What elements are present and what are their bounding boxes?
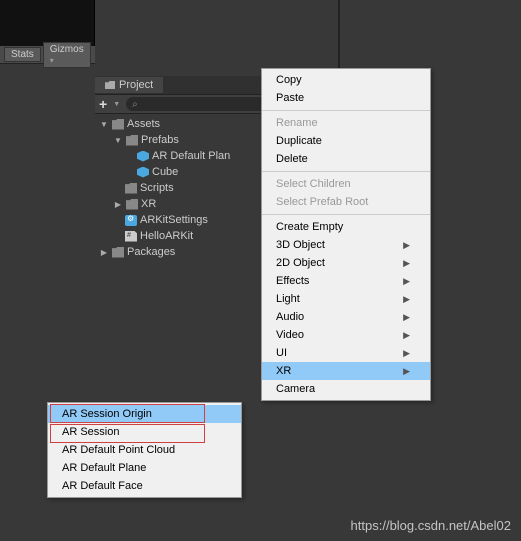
expand-icon[interactable]: ▶ [99, 248, 109, 257]
expand-icon[interactable]: ▶ [113, 200, 123, 209]
menu-3d-object[interactable]: 3D Object▶ [262, 236, 430, 254]
menu-xr[interactable]: XR▶ [262, 362, 430, 380]
menu-paste[interactable]: Paste [262, 89, 430, 107]
menu-light[interactable]: Light▶ [262, 290, 430, 308]
menu-duplicate[interactable]: Duplicate [262, 132, 430, 150]
tree-label: HelloARKit [140, 230, 193, 242]
menu-create-empty[interactable]: Create Empty [262, 218, 430, 236]
submenu-arrow-icon: ▶ [403, 294, 410, 305]
menu-ui[interactable]: UI▶ [262, 344, 430, 362]
menu-select-prefab-root: Select Prefab Root [262, 193, 430, 211]
tree-label: XR [141, 198, 156, 210]
menu-rename: Rename [262, 114, 430, 132]
create-button[interactable]: + [99, 96, 107, 112]
menu-effects[interactable]: Effects▶ [262, 272, 430, 290]
menu-separator [262, 171, 430, 172]
create-dropdown-icon: ▼ [113, 101, 120, 108]
submenu-arrow-icon: ▶ [403, 366, 410, 377]
folder-icon [112, 247, 124, 258]
tree-label: Assets [127, 118, 160, 130]
tree-label: Scripts [140, 182, 174, 194]
panel-divider [338, 0, 340, 68]
tab-project[interactable]: Project [95, 77, 163, 93]
menu-audio[interactable]: Audio▶ [262, 308, 430, 326]
submenu-ar-default-point-cloud[interactable]: AR Default Point Cloud [48, 441, 241, 459]
submenu-ar-default-plane[interactable]: AR Default Plane [48, 459, 241, 477]
stats-button[interactable]: Stats [4, 47, 41, 62]
menu-camera[interactable]: Camera [262, 380, 430, 398]
search-icon: ⌕ [132, 99, 138, 110]
folder-icon [126, 135, 138, 146]
context-menu: Copy Paste Rename Duplicate Delete Selec… [261, 68, 431, 401]
tree-label: Prefabs [141, 134, 179, 146]
tree-label: ARKitSettings [140, 214, 208, 226]
folder-icon [126, 199, 138, 210]
viewport-toolbar: Stats Gizmos [0, 46, 95, 64]
submenu-arrow-icon: ▶ [403, 330, 410, 341]
expand-icon[interactable]: ▼ [99, 120, 109, 129]
menu-delete[interactable]: Delete [262, 150, 430, 168]
folder-icon [105, 81, 115, 89]
xr-submenu: AR Session Origin AR Session AR Default … [47, 402, 242, 498]
prefab-icon [137, 167, 149, 178]
menu-video[interactable]: Video▶ [262, 326, 430, 344]
settings-asset-icon [125, 215, 137, 226]
menu-2d-object[interactable]: 2D Object▶ [262, 254, 430, 272]
scene-viewport [0, 0, 95, 46]
script-icon [125, 231, 137, 242]
expand-icon[interactable]: ▼ [113, 136, 123, 145]
submenu-ar-session[interactable]: AR Session [48, 423, 241, 441]
folder-icon [112, 119, 124, 130]
submenu-arrow-icon: ▶ [403, 258, 410, 269]
submenu-ar-session-origin[interactable]: AR Session Origin [48, 405, 241, 423]
menu-select-children: Select Children [262, 175, 430, 193]
folder-icon [125, 183, 137, 194]
menu-separator [262, 110, 430, 111]
gizmos-dropdown[interactable]: Gizmos [43, 42, 91, 68]
menu-copy[interactable]: Copy [262, 71, 430, 89]
submenu-arrow-icon: ▶ [403, 276, 410, 287]
tab-label: Project [119, 79, 153, 91]
watermark: https://blog.csdn.net/Abel02 [351, 518, 511, 533]
submenu-arrow-icon: ▶ [403, 312, 410, 323]
submenu-arrow-icon: ▶ [403, 348, 410, 359]
prefab-icon [137, 151, 149, 162]
tree-label: AR Default Plan [152, 150, 230, 162]
tree-label: Cube [152, 166, 178, 178]
submenu-ar-default-face[interactable]: AR Default Face [48, 477, 241, 495]
tree-label: Packages [127, 246, 175, 258]
menu-separator [262, 214, 430, 215]
submenu-arrow-icon: ▶ [403, 240, 410, 251]
